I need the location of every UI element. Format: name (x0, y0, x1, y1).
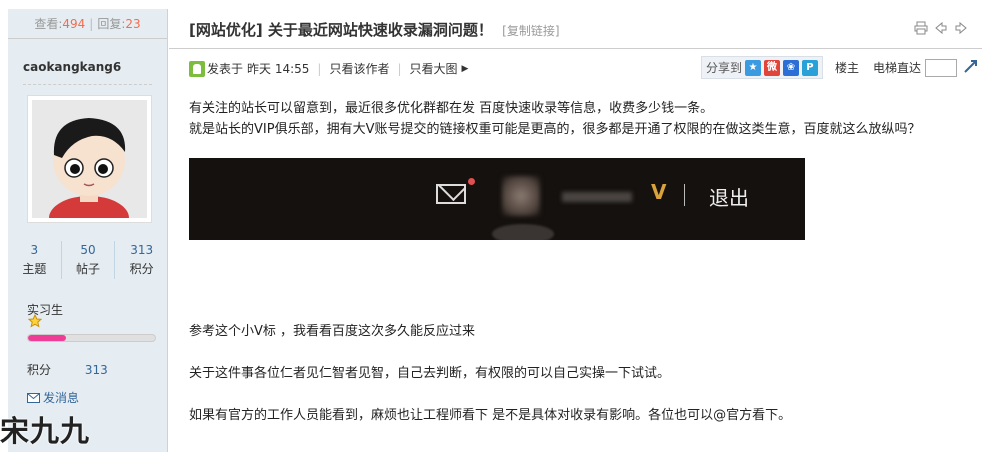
author-counts: 3 主题 50 帖子 313 积分 (8, 241, 168, 279)
replies-count: 23 (125, 16, 141, 31)
rank-progress-bar (27, 334, 156, 342)
elevator-input[interactable] (925, 58, 957, 77)
post-main: [网站优化] 关于最近网站快速收录漏洞问题！ [复制链接] 发表于 昨天 14:… (169, 9, 982, 452)
count-label: 主题 (22, 262, 47, 276)
posted-time: 昨天 14:55 (247, 62, 310, 76)
only-author-link[interactable]: 只看该作者 (329, 60, 389, 77)
points-row: 积分 313 (27, 361, 108, 378)
author-sidebar: 查看: 494 | 回复: 23 caokangkang6 3 主题 50 帖子 (8, 9, 168, 452)
post-meta-left: 发表于 昨天 14:55 | 只看该作者 | 只看大图 ▶ (189, 60, 468, 77)
post-title-text: [网站优化] 关于最近网站快速收录漏洞问题！ (189, 21, 493, 39)
only-images-link[interactable]: 只看大图 (410, 60, 458, 77)
post-content: 有关注的站长可以留意到，最近很多优化群都在发 百度快速收录等信息，收费多少钱一条… (189, 98, 959, 140)
blurred-username (562, 192, 632, 202)
post-paragraph: 如果有官方的工作人员能看到，麻烦也让工程师看下 是不是具体对收录有影响。各位也可… (189, 408, 792, 423)
qzone-share-icon[interactable]: ★ (744, 59, 761, 76)
avatar-cartoon-icon (32, 100, 147, 218)
notification-dot (468, 178, 475, 185)
weibo-share-icon[interactable]: 微 (763, 59, 780, 76)
replies-label: 回复: (97, 17, 126, 31)
count-posts[interactable]: 50 帖子 (62, 241, 116, 279)
embedded-screenshot[interactable]: V 退出 (189, 158, 805, 240)
points-value: 313 (84, 363, 108, 377)
star-icon (27, 313, 43, 331)
points-label: 积分 (27, 363, 52, 377)
title-tools (914, 21, 968, 35)
post-paragraph: 参考这个小V标 ，我看看百度这次多久能反应过来 (189, 324, 476, 339)
next-thread-icon[interactable] (954, 21, 968, 35)
mail-icon (436, 184, 466, 204)
floor-label: 楼主 (834, 61, 859, 75)
elevator-go-icon[interactable] (963, 58, 979, 78)
print-icon[interactable] (914, 21, 928, 35)
avatar[interactable] (27, 95, 152, 223)
share-bar: 分享到 ★ 微 ❀ P (700, 56, 823, 79)
post-paragraph: 有关注的站长可以留意到，最近很多优化群都在发 百度快速收录等信息，收费多少钱一条… (189, 101, 714, 116)
watermark-text: 宋九九 (0, 414, 91, 448)
share-label: 分享到 (705, 61, 742, 75)
previous-thread-icon[interactable] (934, 21, 948, 35)
count-value: 50 (80, 243, 96, 257)
count-topics[interactable]: 3 主题 (8, 241, 62, 279)
post-paragraph: 就是站长的VIP俱乐部，拥有大V账号提交的链接权重可能是更高的，很多都是开通了权… (189, 122, 921, 137)
send-message-link[interactable]: 发消息 (27, 389, 79, 406)
post-meta-right: 分享到 ★ 微 ❀ P 楼主 电梯直达 (700, 56, 979, 79)
views-count: 494 (62, 16, 86, 31)
count-value: 313 (130, 243, 154, 257)
online-status-icon (189, 60, 205, 77)
count-value: 3 (30, 243, 39, 257)
blurred-badge (492, 224, 554, 240)
send-message-label: 发消息 (43, 391, 80, 405)
post-title: [网站优化] 关于最近网站快速收录漏洞问题！ [复制链接] (189, 19, 560, 40)
thread-stats: 查看: 494 | 回复: 23 (8, 9, 167, 39)
post-meta: 发表于 昨天 14:55 | 只看该作者 | 只看大图 ▶ 分享到 ★ 微 ❀ … (189, 56, 979, 80)
author-username[interactable]: caokangkang6 (8, 39, 167, 99)
screenshot-logout-text: 退出 (709, 186, 749, 210)
posted-label: 发表于 (207, 62, 244, 76)
caret-right-icon: ▶ (461, 63, 469, 74)
meta-divider: | (397, 61, 402, 76)
elevator-label: 电梯直达 (872, 61, 921, 75)
meta-divider: | (317, 61, 322, 76)
baidu-share-icon[interactable]: ❀ (782, 59, 799, 76)
post-paragraph: 关于这件事各位仁者见仁智者见智，自己去判断，有权限的可以自己实操一下试试。 (189, 366, 671, 381)
copy-link-button[interactable]: [复制链接] (502, 24, 559, 38)
envelope-icon (27, 392, 40, 403)
screenshot-divider (684, 184, 685, 206)
rank-progress-fill (28, 335, 67, 341)
qq-share-icon[interactable]: P (801, 59, 818, 76)
views-label: 查看: (34, 17, 63, 31)
post-title-bar: [网站优化] 关于最近网站快速收录漏洞问题！ [复制链接] (169, 9, 982, 49)
blurred-avatar (502, 176, 540, 216)
chevron-down-icon: V (651, 180, 667, 204)
stats-divider: | (89, 16, 94, 31)
count-label: 帖子 (76, 262, 101, 276)
count-points[interactable]: 313 积分 (115, 241, 168, 279)
count-label: 积分 (129, 262, 154, 276)
